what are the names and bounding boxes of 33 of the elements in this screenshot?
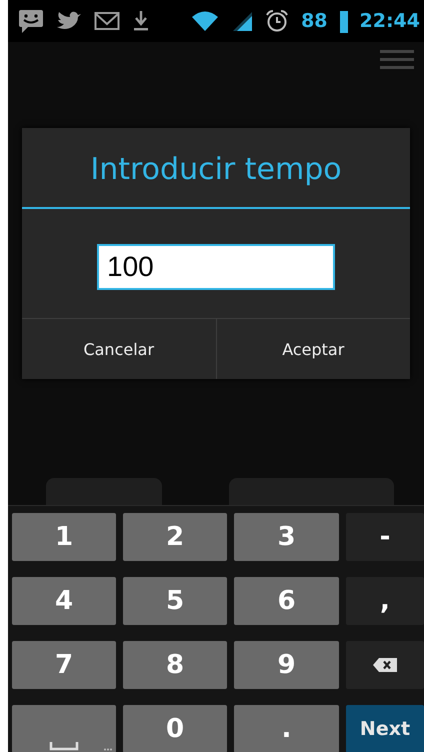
input-field[interactable]: 100	[97, 244, 335, 290]
keyboard-key[interactable]: 9	[234, 641, 339, 689]
keyboard-key[interactable]: 5	[123, 577, 227, 625]
wifi-icon	[191, 10, 220, 32]
alarm-clock-icon	[265, 9, 290, 33]
next-key[interactable]: Next	[346, 705, 424, 752]
space-icon	[49, 741, 79, 751]
clock-time: 22:44	[360, 10, 420, 32]
dialog-button[interactable]: Aceptar	[216, 319, 410, 379]
keyboard-key[interactable]: ,	[346, 577, 424, 625]
mail-icon	[94, 11, 120, 31]
keyboard-key[interactable]: 3	[234, 513, 339, 561]
menu-icon	[380, 48, 414, 72]
keyboard-key[interactable]: 7	[12, 641, 116, 689]
backspace-icon	[372, 657, 398, 673]
dialog-button[interactable]: Cancelar	[22, 319, 216, 379]
battery-level: 88	[301, 10, 328, 32]
more-dots-icon	[104, 748, 112, 751]
download-icon	[132, 9, 150, 33]
keyboard-key[interactable]: 6	[234, 577, 339, 625]
keyboard-key[interactable]: 0	[123, 705, 227, 752]
keyboard-key[interactable]: 1	[12, 513, 116, 561]
keyboard-key[interactable]: 4	[12, 577, 116, 625]
dialog-title: Introducir tempo	[22, 128, 410, 209]
keyboard-key[interactable]: 2	[123, 513, 227, 561]
bird-icon	[56, 10, 82, 32]
chat-icon	[18, 8, 44, 34]
keyboard-key[interactable]: 8	[123, 641, 227, 689]
battery-icon	[340, 9, 348, 33]
keyboard-key[interactable]: .	[234, 705, 339, 752]
signal-icon	[231, 10, 254, 32]
backspace-key[interactable]	[346, 641, 424, 689]
keyboard-key[interactable]: -	[346, 513, 424, 561]
